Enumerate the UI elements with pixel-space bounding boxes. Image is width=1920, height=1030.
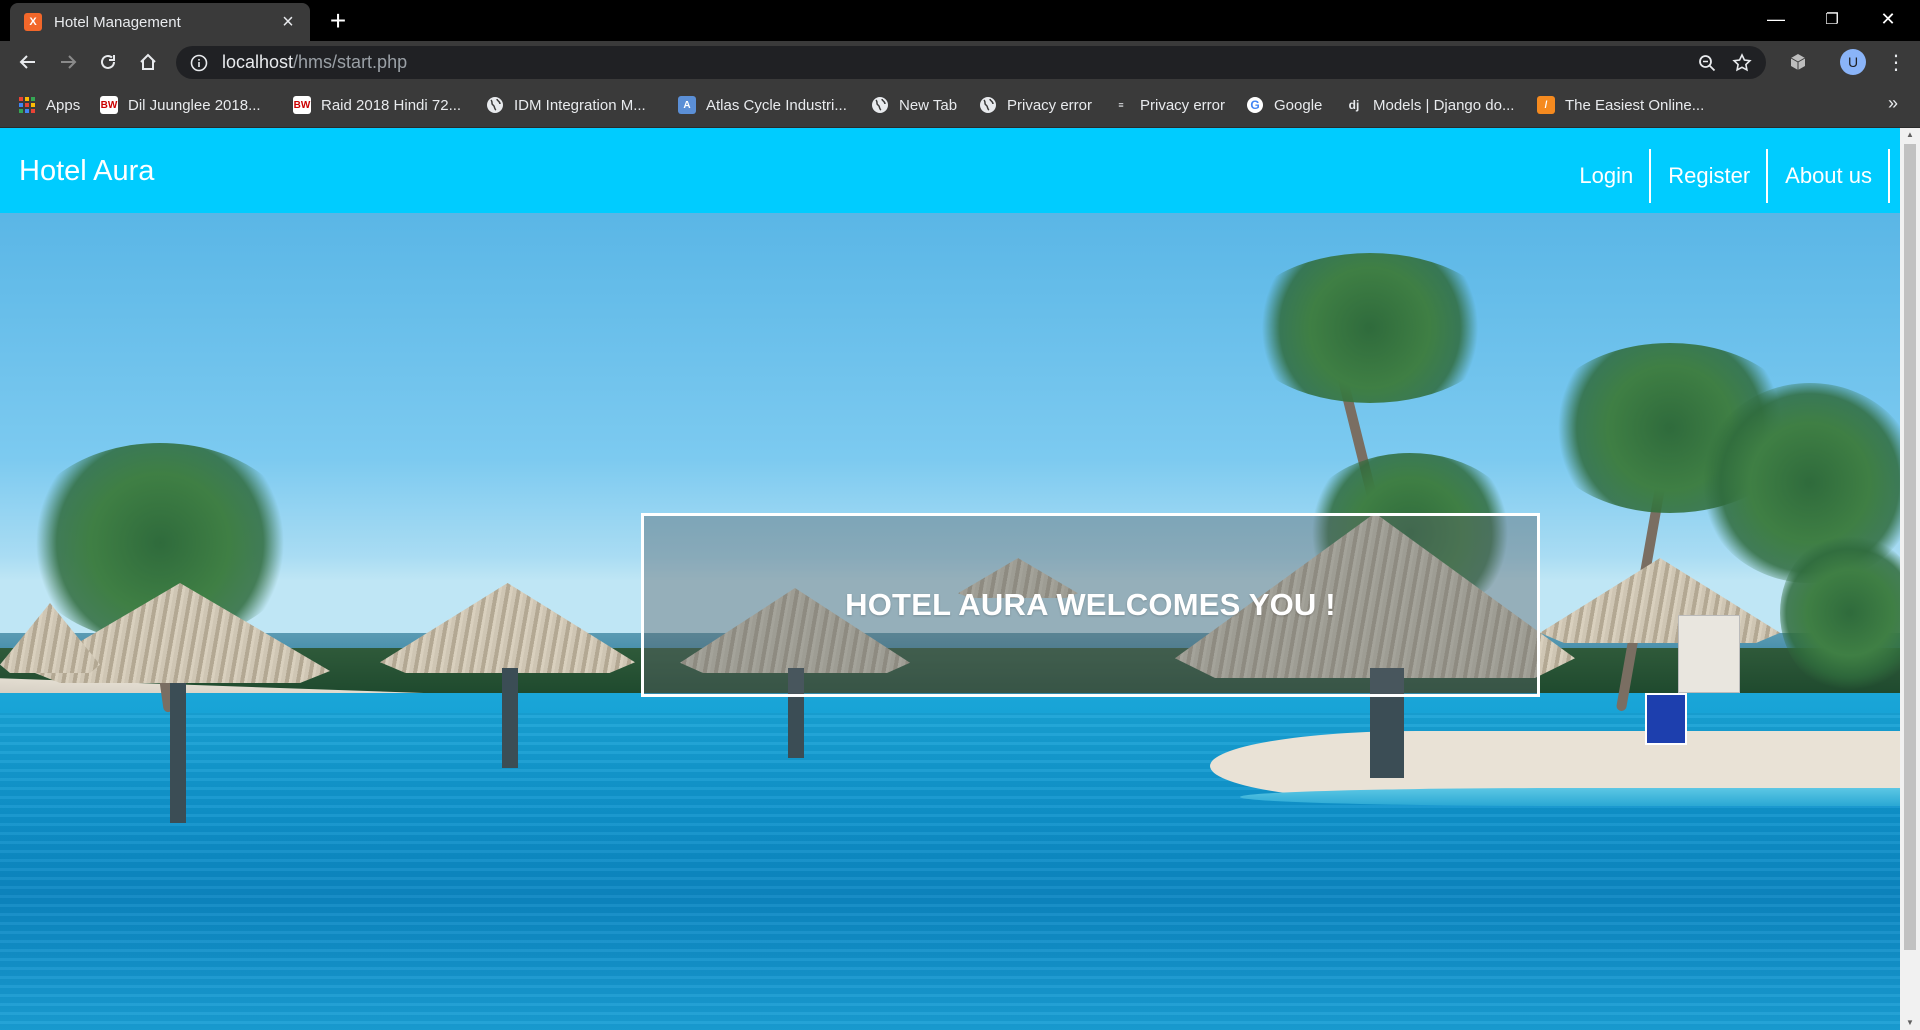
arrow-left-icon (19, 55, 35, 69)
info-icon (190, 54, 208, 71)
thatched-umbrella (380, 583, 635, 673)
reload-icon (101, 54, 115, 69)
globe-icon (486, 96, 504, 114)
minimize-button[interactable]: — (1748, 0, 1804, 38)
bookmark-label: The Easiest Online... (1565, 96, 1705, 114)
welcome-heading: HOTEL AURA WELCOMES YOU ! (845, 587, 1336, 622)
reload-button[interactable] (92, 46, 124, 78)
site-brand[interactable]: Hotel Aura (19, 155, 154, 188)
site-icon: A (678, 96, 696, 114)
close-window-button[interactable]: ✕ (1860, 0, 1916, 38)
browser-toolbar: localhost/hms/start.php U ⋮ (0, 41, 1920, 83)
bookmark-label: Models | Django do... (1373, 96, 1515, 114)
bookmark-star-icon[interactable] (1731, 52, 1753, 74)
bookmark-label: Google (1274, 96, 1323, 114)
bookmark-privacy-error-2[interactable]: ≡ Privacy error (1112, 93, 1225, 117)
django-icon: dj (1348, 98, 1360, 112)
bookmark-new-tab[interactable]: New Tab (871, 93, 957, 117)
bookmark-label: Privacy error (1007, 96, 1093, 114)
globe-icon (871, 96, 889, 114)
nav-login[interactable]: Login (1562, 149, 1652, 203)
bookmark-label: Raid 2018 Hindi 72... (321, 96, 462, 114)
scroll-down-arrow-icon[interactable]: ▼ (1900, 1016, 1920, 1030)
thatched-umbrella (0, 603, 100, 673)
site-icon: ≡ (1118, 100, 1124, 110)
nav-register[interactable]: Register (1651, 149, 1769, 203)
bookmark-dil-juunglee[interactable]: BW Dil Juunglee 2018... (100, 93, 261, 117)
menu-button[interactable]: ⋮ (1880, 46, 1912, 78)
home-button[interactable] (132, 46, 164, 78)
umbrella-pole (170, 683, 186, 823)
bookmark-django-models[interactable]: dj Models | Django do... (1345, 93, 1515, 117)
home-icon (140, 53, 156, 70)
bookmark-privacy-error-1[interactable]: Privacy error (979, 93, 1092, 117)
kebab-menu-icon: ⋮ (1886, 51, 1906, 74)
page-scrollbar[interactable]: ▲ ▼ (1900, 128, 1920, 1030)
arrow-right-icon (61, 55, 77, 69)
scrollbar-thumb[interactable] (1904, 144, 1916, 950)
url-path: /hms/start.php (293, 52, 408, 72)
thatched-umbrella (1540, 558, 1780, 643)
new-tab-button[interactable]: + (322, 6, 354, 38)
bookmark-atlas-cycle[interactable]: A Atlas Cycle Industri... (678, 93, 847, 117)
bookmarks-overflow-button[interactable]: » (1888, 93, 1898, 114)
bookmark-label: Dil Juunglee 2018... (128, 96, 261, 114)
forward-button[interactable] (52, 46, 84, 78)
tab-title: Hotel Management (54, 13, 181, 31)
scroll-up-arrow-icon[interactable]: ▲ (1900, 128, 1920, 142)
google-icon: G (1246, 96, 1264, 114)
site-badge-icon: BW (293, 96, 311, 114)
browser-tab[interactable]: X Hotel Management × (10, 3, 310, 41)
restore-button[interactable]: ❐ (1804, 0, 1860, 38)
address-bar[interactable]: localhost/hms/start.php (176, 46, 1766, 79)
xampp-favicon-icon: X (24, 13, 42, 31)
hero-background-image: HOTEL AURA WELCOMES YOU ! (0, 213, 1900, 1030)
profile-avatar[interactable]: U (1840, 49, 1866, 75)
bookmark-google[interactable]: G Google (1246, 93, 1322, 117)
apps-grid-icon (18, 96, 36, 114)
site-badge-icon: BW (100, 96, 118, 114)
globe-icon (979, 96, 997, 114)
zoom-icon[interactable] (1696, 52, 1718, 74)
site-icon: / (1537, 96, 1555, 114)
browser-tab-bar: X Hotel Management × + — ❐ ✕ (0, 0, 1920, 41)
nav-about-us[interactable]: About us (1768, 149, 1890, 203)
site-nav: Login Register About us (1562, 149, 1890, 203)
resort-signboard (1678, 615, 1740, 693)
bookmarks-bar: Apps BW Dil Juunglee 2018... BW Raid 201… (0, 83, 1920, 128)
extension-cube-icon (1790, 54, 1806, 70)
umbrella-pole (502, 668, 518, 768)
site-header: Hotel Aura Login Register About us (0, 128, 1900, 213)
bookmark-label: IDM Integration M... (514, 96, 646, 114)
bookmark-label: Apps (46, 96, 81, 114)
close-tab-icon[interactable]: × (278, 12, 298, 32)
bookmark-apps[interactable]: Apps (18, 93, 80, 117)
back-button[interactable] (12, 46, 44, 78)
bookmark-idm-integration[interactable]: IDM Integration M... (486, 93, 646, 117)
bookmark-label: Privacy error (1140, 96, 1226, 114)
url-text[interactable]: localhost/hms/start.php (222, 52, 407, 73)
bookmark-label: Atlas Cycle Industri... (706, 96, 847, 114)
bookmark-easiest-online[interactable]: / The Easiest Online... (1537, 93, 1704, 117)
bookmark-label: New Tab (899, 96, 958, 114)
extension-button[interactable] (1782, 46, 1814, 78)
pool-sign (1645, 693, 1687, 745)
svg-text:G: G (1250, 98, 1259, 112)
url-host: localhost (222, 52, 294, 72)
pool-island-rim (1240, 788, 1900, 806)
page-viewport: Hotel Aura Login Register About us HOTEL… (0, 128, 1920, 1030)
welcome-banner: HOTEL AURA WELCOMES YOU ! (641, 513, 1540, 697)
bookmark-raid-2018[interactable]: BW Raid 2018 Hindi 72... (293, 93, 461, 117)
